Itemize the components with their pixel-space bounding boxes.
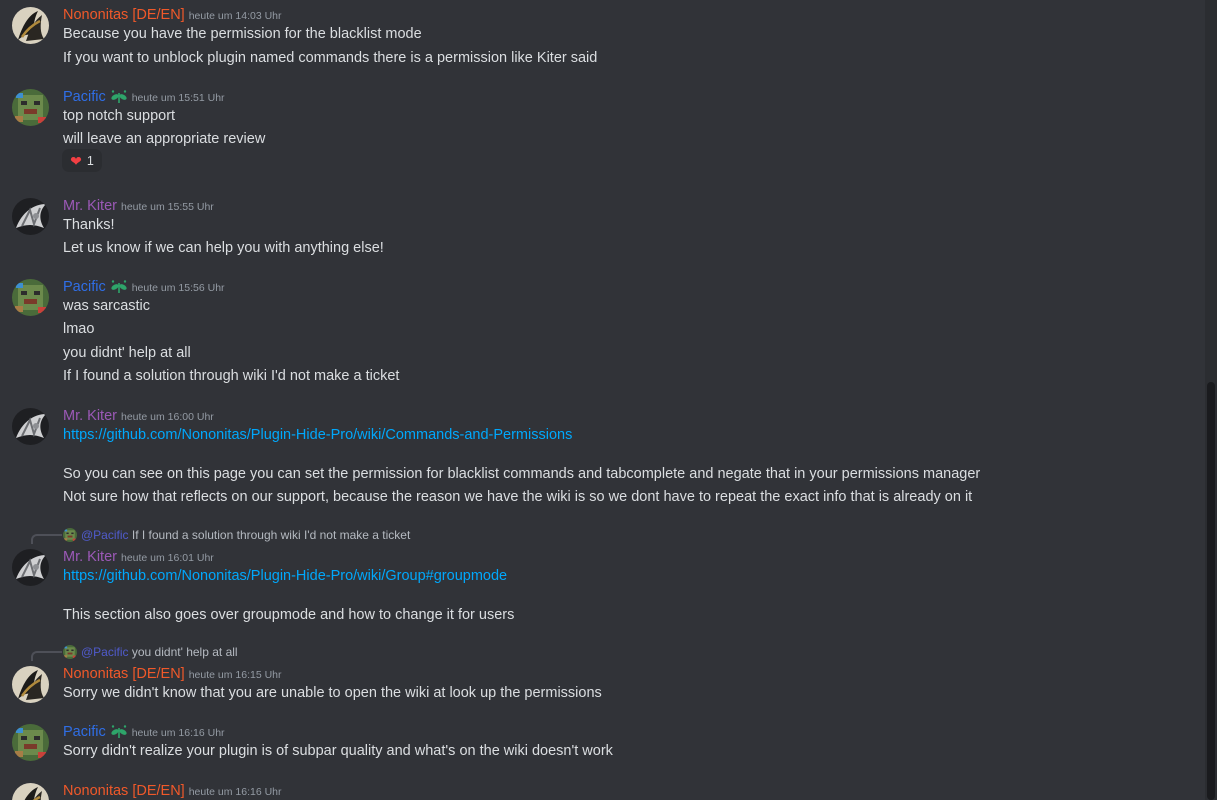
message: Pacific heute um 16:16 Uhr Sorry didn't r… [0,722,1205,766]
message-text: lmao [63,321,95,337]
avatar[interactable] [12,408,49,445]
message-text: will leave an appropriate review [63,131,266,147]
avatar[interactable] [12,7,49,44]
avatar[interactable] [12,89,49,126]
reply-mention[interactable]: @Pacific [81,528,129,542]
avatar[interactable] [12,666,49,703]
message-text: If I found a solution through wiki I'd n… [63,368,400,384]
avatar[interactable] [12,549,49,586]
message-text: you didnt' help at all [63,345,191,361]
message-header: Nononitas [DE/EN] heute um 16:16 Uhr [63,781,282,800]
message: Mr. Kiter heute um 16:00 Uhr https://gith… [0,406,1205,512]
message: Nononitas [DE/EN] heute um 16:15 Uhr Sorr… [0,664,1205,708]
username[interactable]: Pacific [63,279,106,295]
timestamp[interactable]: heute um 16:15 Uhr [189,669,282,681]
message-text: top notch support [63,108,176,124]
reply-text: you didnt' help at all [131,645,238,659]
message: Pacific heute um 15:51 Uhr top notch supp… [0,87,1205,179]
message: Nononitas [DE/EN] heute um 16:16 Uhr [0,781,1205,800]
username[interactable]: Nononitas [DE/EN] [63,666,185,682]
message-text: Because you have the permission for the … [63,26,422,42]
message-link[interactable]: https://github.com/Nononitas/Plugin-Hide… [63,425,572,445]
timestamp[interactable]: heute um 15:51 Uhr [132,92,225,104]
message: Nononitas [DE/EN] heute um 14:03 Uhr Beca… [0,5,1205,71]
message: Mr. Kiter heute um 15:55 Uhr Thanks! Let … [0,196,1205,262]
message-text: This section also goes over groupmode an… [63,607,515,623]
message-text: Let us know if we can help you with anyt… [63,240,384,256]
avatar[interactable] [12,724,49,761]
message-link[interactable]: https://github.com/Nononitas/Plugin-Hide… [63,566,507,586]
scrollbar-thumb[interactable] [1207,382,1215,800]
heart-icon: ❤ [70,152,82,169]
timestamp[interactable]: heute um 16:16 Uhr [189,786,282,798]
timestamp[interactable]: heute um 16:01 Uhr [121,552,214,564]
username[interactable]: Mr. Kiter [63,198,117,214]
message-text: was sarcastic [63,298,151,314]
username[interactable]: Nononitas [DE/EN] [63,7,185,23]
message-text: Sorry we didn't know that you are unable… [63,685,602,701]
username[interactable]: Nononitas [DE/EN] [63,783,185,799]
reply-avatar [63,645,77,659]
timestamp[interactable]: heute um 16:00 Uhr [121,411,214,423]
username[interactable]: Pacific [63,89,106,105]
leaf-badge-icon[interactable] [109,724,128,740]
reply-spine [31,651,62,661]
timestamp[interactable]: heute um 14:03 Uhr [189,10,282,22]
reply-text: If I found a solution through wiki I'd n… [131,528,411,542]
reaction-button[interactable]: ❤ 1 [62,149,102,172]
reply-spine [31,534,62,544]
avatar[interactable] [12,198,49,235]
message-text: Thanks! [63,217,115,233]
reaction-count: 1 [86,153,94,168]
avatar[interactable] [12,279,49,316]
reply-mention[interactable]: @Pacific [81,645,129,659]
reply-preview[interactable]: @Pacific you didnt' help at all [63,644,238,660]
scrollbar-track[interactable] [1205,0,1217,800]
username[interactable]: Mr. Kiter [63,408,117,424]
leaf-badge-icon[interactable] [109,89,128,105]
leaf-badge-icon[interactable] [109,279,128,295]
timestamp[interactable]: heute um 16:16 Uhr [132,727,225,739]
username[interactable]: Pacific [63,724,106,740]
message: Mr. Kiter heute um 16:01 Uhr https://gith… [0,547,1205,627]
message-text: If you want to unblock plugin named comm… [63,50,598,66]
reply-avatar [63,528,77,542]
avatar[interactable] [12,783,49,800]
timestamp[interactable]: heute um 15:55 Uhr [121,201,214,213]
reply-preview[interactable]: @Pacific If I found a solution through w… [63,527,410,543]
message-text: So you can see on this page you can set … [63,466,981,482]
message: Pacific heute um 15:56 Uhr was sarcastic … [0,277,1205,389]
timestamp[interactable]: heute um 15:56 Uhr [132,282,225,294]
message-text: Not sure how that reflects on our suppor… [63,489,973,505]
message-text: Sorry didn't realize your plugin is of s… [63,743,613,759]
username[interactable]: Mr. Kiter [63,549,117,565]
